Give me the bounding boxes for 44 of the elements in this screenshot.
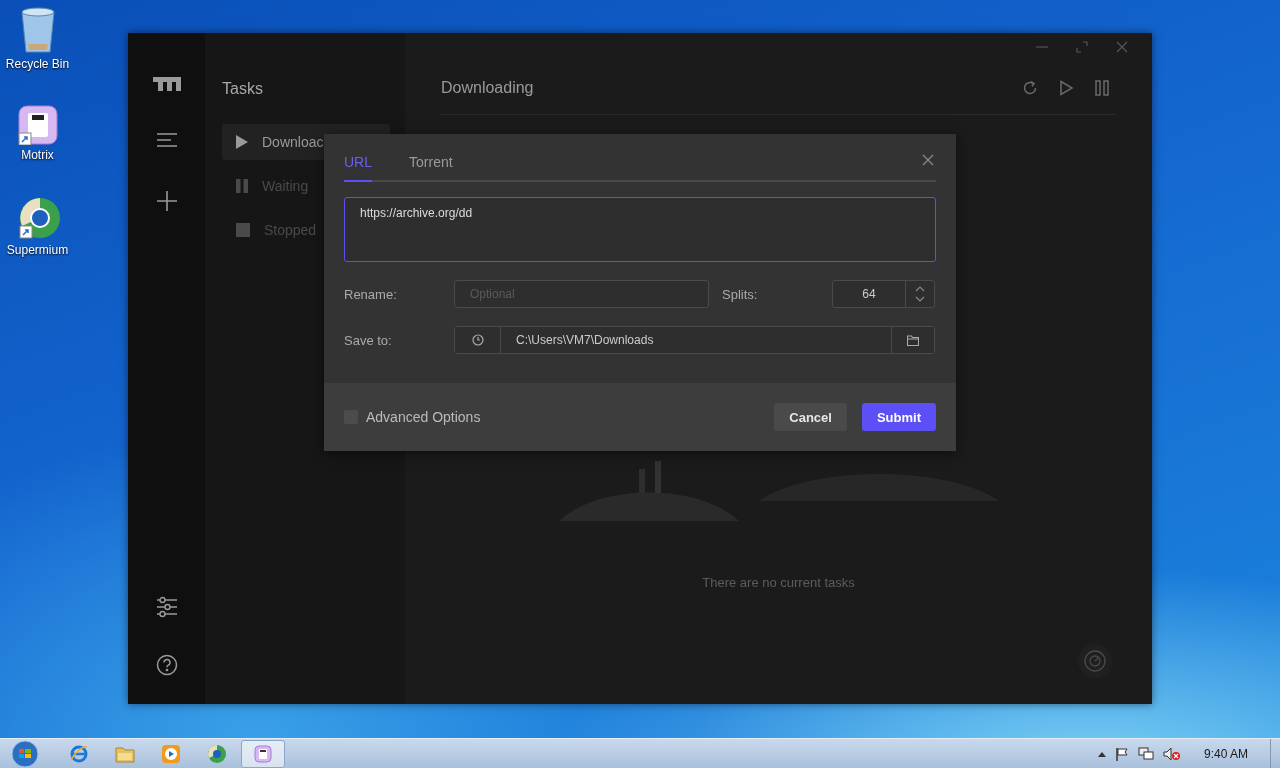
folder-icon [907, 334, 919, 346]
url-field[interactable]: https://archive.org/dd [344, 197, 936, 262]
stop-icon [236, 223, 250, 237]
speedometer-button[interactable] [1078, 644, 1112, 678]
clock[interactable]: 9:40 AM [1203, 746, 1248, 761]
clock-icon [471, 334, 484, 346]
menu-icon[interactable] [156, 133, 177, 147]
pane-title: Tasks [222, 79, 264, 99]
pause-icon [236, 179, 248, 193]
cancel-button[interactable]: Cancel [774, 403, 847, 431]
refresh-icon[interactable] [1022, 79, 1038, 96]
logo-icon[interactable] [152, 77, 181, 91]
empty-message: There are no current tasks [702, 575, 855, 590]
desktop-shortcut[interactable]: Supermium [0, 196, 75, 257]
taskbar-app[interactable] [241, 739, 285, 768]
desktop-shortcut[interactable]: Motrix [0, 105, 75, 162]
add-icon[interactable] [156, 191, 177, 211]
network-icon[interactable] [1137, 746, 1154, 761]
speaker-muted-icon[interactable] [1162, 746, 1181, 761]
pause-icon[interactable] [1094, 79, 1110, 96]
app-icon [254, 744, 272, 763]
close-icon[interactable] [922, 154, 934, 166]
browser-e-icon [69, 743, 89, 764]
play-icon[interactable] [1058, 79, 1074, 96]
field-label: Rename: [344, 286, 398, 302]
dialog-tab[interactable]: Torrent [409, 154, 453, 182]
play-icon [236, 135, 248, 149]
desktop-shortcut[interactable]: Recycle Bin [0, 6, 75, 71]
media-player-icon [161, 743, 181, 764]
flag-icon[interactable] [1114, 746, 1129, 761]
caret-up-icon[interactable] [1097, 750, 1106, 757]
advanced-options-checkbox[interactable]: Advanced Options [344, 409, 481, 425]
field-label: Save to: [344, 332, 393, 348]
folder-icon [115, 744, 135, 763]
show-desktop-button[interactable] [1270, 738, 1280, 768]
close-icon[interactable] [1116, 41, 1128, 53]
field-label: Splits: [722, 286, 759, 302]
globe-icon [207, 743, 227, 764]
submit-button[interactable]: Submit [861, 403, 936, 431]
app-shortcut-icon [17, 105, 58, 145]
help-icon[interactable] [155, 654, 178, 676]
section-title: Downloading [441, 78, 535, 97]
splits-field[interactable]: 64 [832, 280, 935, 308]
settings-icon[interactable] [155, 596, 178, 618]
